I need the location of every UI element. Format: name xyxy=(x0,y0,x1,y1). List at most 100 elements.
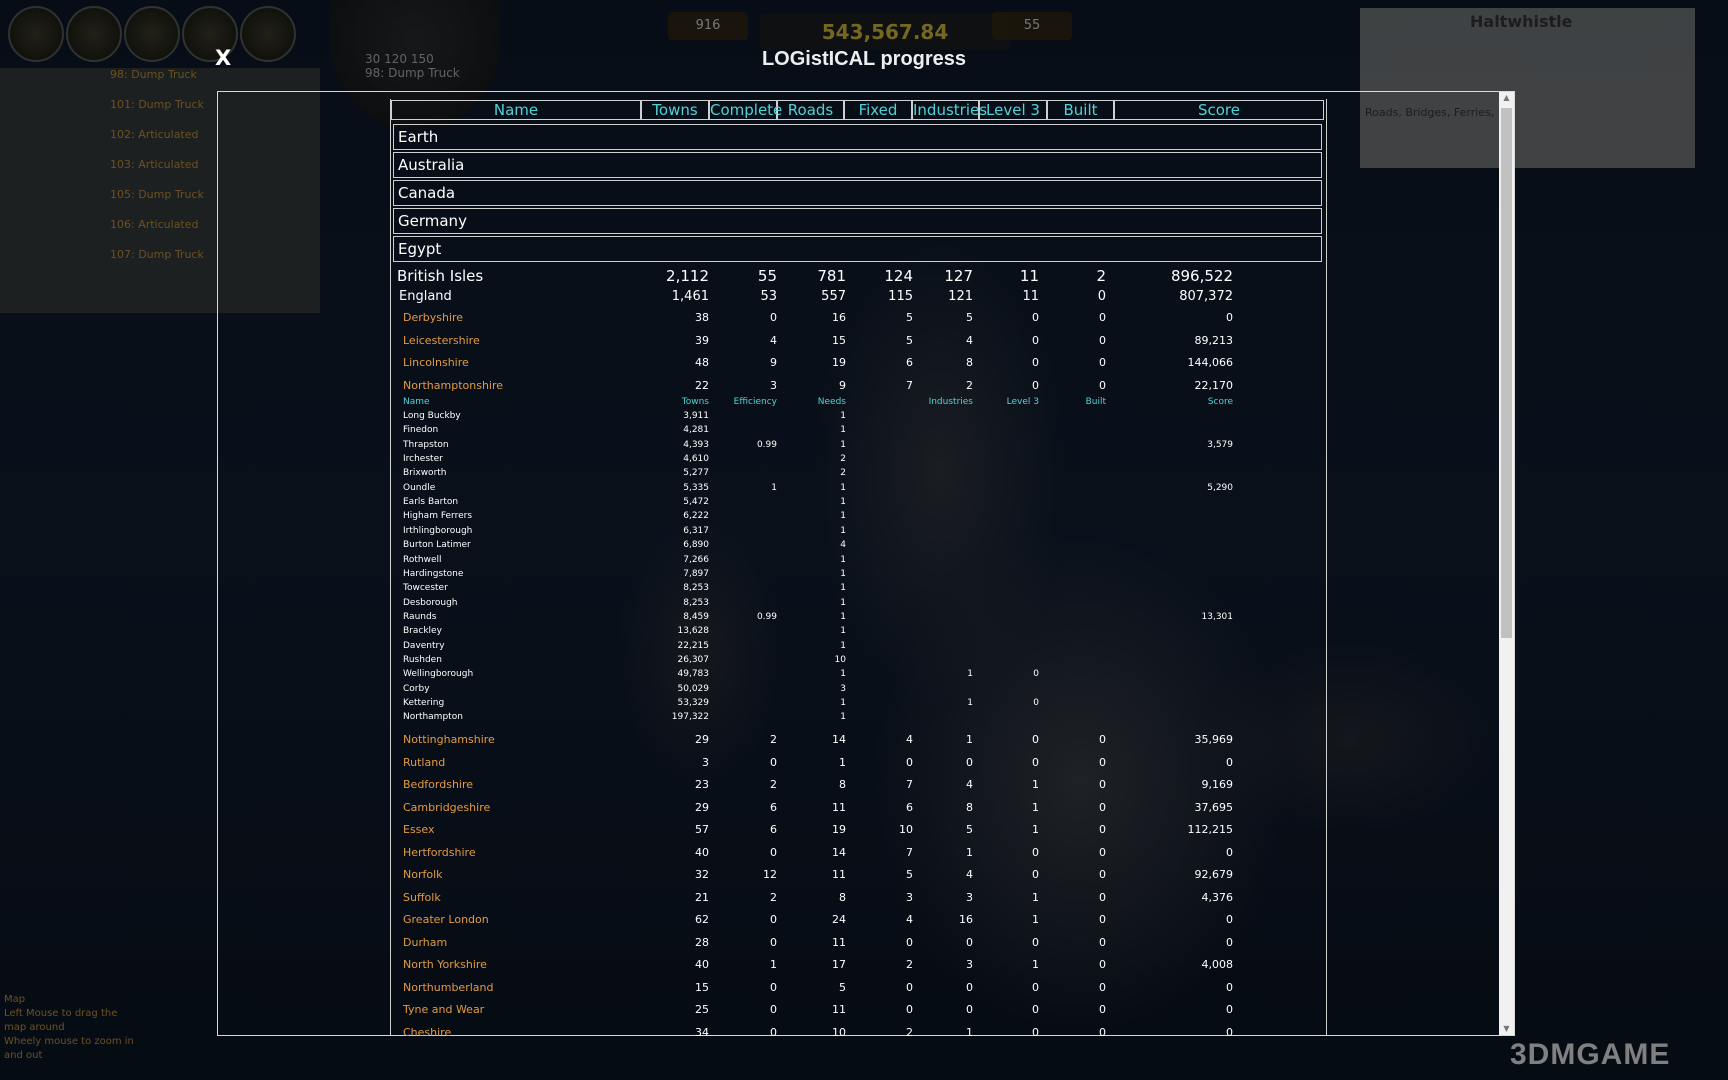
table-row[interactable]: Leicestershire 39 4 15 5 4 0 0 89,213 xyxy=(391,332,1324,350)
table-row[interactable]: Higham Ferrers 6,222 1 xyxy=(391,510,1324,522)
row-value: 1 xyxy=(966,733,973,746)
scrollbar[interactable]: ▲ ▼ xyxy=(1499,92,1514,1035)
row-value: 3,911 xyxy=(683,411,709,421)
row-value: 8 xyxy=(839,890,846,904)
row-value: 4,376 xyxy=(1201,890,1234,904)
table-row[interactable]: Kettering 53,329 1 1 0 xyxy=(391,697,1324,709)
column-header[interactable]: Score xyxy=(1114,100,1324,120)
table-row[interactable]: British Isles 2,112 55 781 124 127 11 2 896,522 xyxy=(391,266,1324,286)
row-name: Northumberland xyxy=(403,980,494,994)
region-row[interactable]: Australia xyxy=(393,152,1322,178)
scroll-up-icon[interactable]: ▲ xyxy=(1499,92,1514,104)
region-row[interactable]: Earth xyxy=(393,124,1322,150)
close-button[interactable]: X xyxy=(215,46,231,70)
row-value: 14 xyxy=(832,733,846,746)
column-header[interactable]: Roads xyxy=(777,100,844,120)
table-row[interactable]: Corby 50,029 3 xyxy=(391,683,1324,695)
row-value: 3 xyxy=(966,890,973,904)
table-row[interactable]: Rushden 26,307 10 xyxy=(391,654,1324,666)
table-row[interactable]: Brixworth 5,277 2 xyxy=(391,467,1324,479)
table-row[interactable]: Towcester 8,253 1 xyxy=(391,582,1324,594)
table-row[interactable]: North Yorkshire 40 1 17 2 3 1 0 4,008 xyxy=(391,956,1324,974)
table-row[interactable]: Long Buckby 3,911 1 xyxy=(391,410,1324,422)
table-row[interactable]: Oundle 5,335 1 1 5,290 xyxy=(391,482,1324,494)
row-value: 0 xyxy=(1097,289,1106,304)
row-value: 10 xyxy=(832,1025,846,1037)
table-row[interactable]: Irthlingborough 6,317 1 xyxy=(391,525,1324,537)
region-row[interactable]: Germany xyxy=(393,208,1322,234)
row-value: 0 xyxy=(1032,356,1039,369)
row-name: Hardingstone xyxy=(403,568,464,579)
row-value: 22,215 xyxy=(677,640,710,651)
row-name: Higham Ferrers xyxy=(403,511,473,522)
column-header[interactable]: Towns xyxy=(641,100,709,120)
table-row[interactable]: Derbyshire 38 0 16 5 5 0 0 0 xyxy=(391,309,1324,327)
row-value: 144,066 xyxy=(1187,356,1234,369)
region-row[interactable]: Canada xyxy=(393,180,1322,206)
region-row[interactable]: Egypt xyxy=(393,236,1322,262)
row-value: 1 xyxy=(840,511,846,522)
table-row[interactable]: Suffolk 21 2 8 3 3 1 0 4,376 xyxy=(391,889,1324,907)
column-header[interactable]: Name xyxy=(391,100,641,120)
scroll-thumb[interactable] xyxy=(1501,108,1512,638)
table-row[interactable]: Bedfordshire 23 2 8 7 4 1 0 9,169 xyxy=(391,776,1324,794)
row-value: 37,695 xyxy=(1194,800,1234,814)
row-value: 4,393 xyxy=(683,439,709,450)
row-value: 7,897 xyxy=(683,568,709,579)
row-name: Raunds xyxy=(403,611,437,622)
table-row[interactable]: Northamptonshire 22 3 9 7 2 0 0 22,170 xyxy=(391,377,1324,395)
table-row[interactable]: Cheshire 34 0 10 2 1 0 0 0 xyxy=(391,1024,1324,1037)
table-row[interactable]: Nottinghamshire 29 2 14 4 1 0 0 35,969 xyxy=(391,731,1324,749)
table-row[interactable]: Northumberland 15 0 5 0 0 0 0 0 xyxy=(391,979,1324,997)
row-value: 89,213 xyxy=(1194,333,1234,347)
table-row[interactable]: Northampton 197,322 1 xyxy=(391,711,1324,723)
table-row[interactable]: Desborough 8,253 1 xyxy=(391,597,1324,609)
column-header[interactable]: Built xyxy=(1047,100,1114,120)
row-name: Northamptonshire xyxy=(403,378,504,392)
row-value: 0 xyxy=(1032,333,1039,347)
table-row[interactable]: Brackley 13,628 1 xyxy=(391,625,1324,637)
row-value: 22 xyxy=(695,378,709,392)
table-row[interactable]: Burton Latimer 6,890 4 xyxy=(391,539,1324,551)
table-row[interactable]: Earls Barton 5,472 1 xyxy=(391,496,1324,508)
row-name: Irchester xyxy=(403,454,443,465)
column-header[interactable]: Level 3 xyxy=(979,100,1047,120)
row-value: 0 xyxy=(1226,311,1233,324)
table-row[interactable]: Irchester 4,610 2 xyxy=(391,453,1324,465)
row-value: 781 xyxy=(817,267,846,285)
row-name: Suffolk xyxy=(403,890,441,904)
table-row[interactable]: Cambridgeshire 29 6 11 6 8 1 0 37,695 xyxy=(391,799,1324,817)
column-header[interactable]: Complete xyxy=(709,100,782,120)
table-row[interactable]: Greater London 62 0 24 4 16 1 0 0 xyxy=(391,911,1324,929)
row-value: 23 xyxy=(695,778,709,791)
table-row[interactable]: Finedon 4,281 1 xyxy=(391,424,1324,436)
table-row[interactable]: Raunds 8,459 0.99 1 13,301 xyxy=(391,611,1324,623)
row-value: 32 xyxy=(695,868,709,881)
scroll-down-icon[interactable]: ▼ xyxy=(1499,1023,1514,1035)
row-value: 4,008 xyxy=(1201,958,1234,971)
table-row[interactable]: England 1,461 53 557 115 121 11 0 807,372 xyxy=(391,288,1324,306)
table-row[interactable]: Daventry 22,215 1 xyxy=(391,640,1324,652)
row-value: 0 xyxy=(1033,669,1039,680)
table-row[interactable]: Lincolnshire 48 9 19 6 8 0 0 144,066 xyxy=(391,354,1324,372)
row-name: Towcester xyxy=(403,583,448,594)
table-row[interactable]: Hertfordshire 40 0 14 7 1 0 0 0 xyxy=(391,844,1324,862)
table-row[interactable]: Rutland 3 0 1 0 0 0 0 0 xyxy=(391,754,1324,772)
table-row[interactable]: Wellingborough 49,783 1 1 0 xyxy=(391,668,1324,680)
column-header[interactable]: Industries xyxy=(912,100,987,120)
table-row[interactable]: Tyne and Wear 25 0 11 0 0 0 0 0 xyxy=(391,1001,1324,1019)
table-row[interactable]: Hardingstone 7,897 1 xyxy=(391,568,1324,580)
row-value: Built xyxy=(1085,397,1106,407)
row-value: 15 xyxy=(695,980,709,994)
table-row[interactable]: Thrapston 4,393 0.99 1 3,579 xyxy=(391,439,1324,451)
row-value: 0 xyxy=(1032,935,1039,949)
table-row[interactable]: Rothwell 7,266 1 xyxy=(391,554,1324,566)
table-row[interactable]: Name Towns Efficiency Needs Industries Level … xyxy=(391,396,1324,408)
row-name: Thrapston xyxy=(403,439,449,450)
row-value: 0 xyxy=(1099,980,1106,994)
table-row[interactable]: Essex 57 6 19 10 5 1 0 112,215 xyxy=(391,821,1324,839)
column-header[interactable]: Fixed xyxy=(844,100,912,120)
table-row[interactable]: Durham 28 0 11 0 0 0 0 0 xyxy=(391,934,1324,952)
table-row[interactable]: Norfolk 32 12 11 5 4 0 0 92,679 xyxy=(391,866,1324,884)
row-value: 1 xyxy=(840,497,846,508)
